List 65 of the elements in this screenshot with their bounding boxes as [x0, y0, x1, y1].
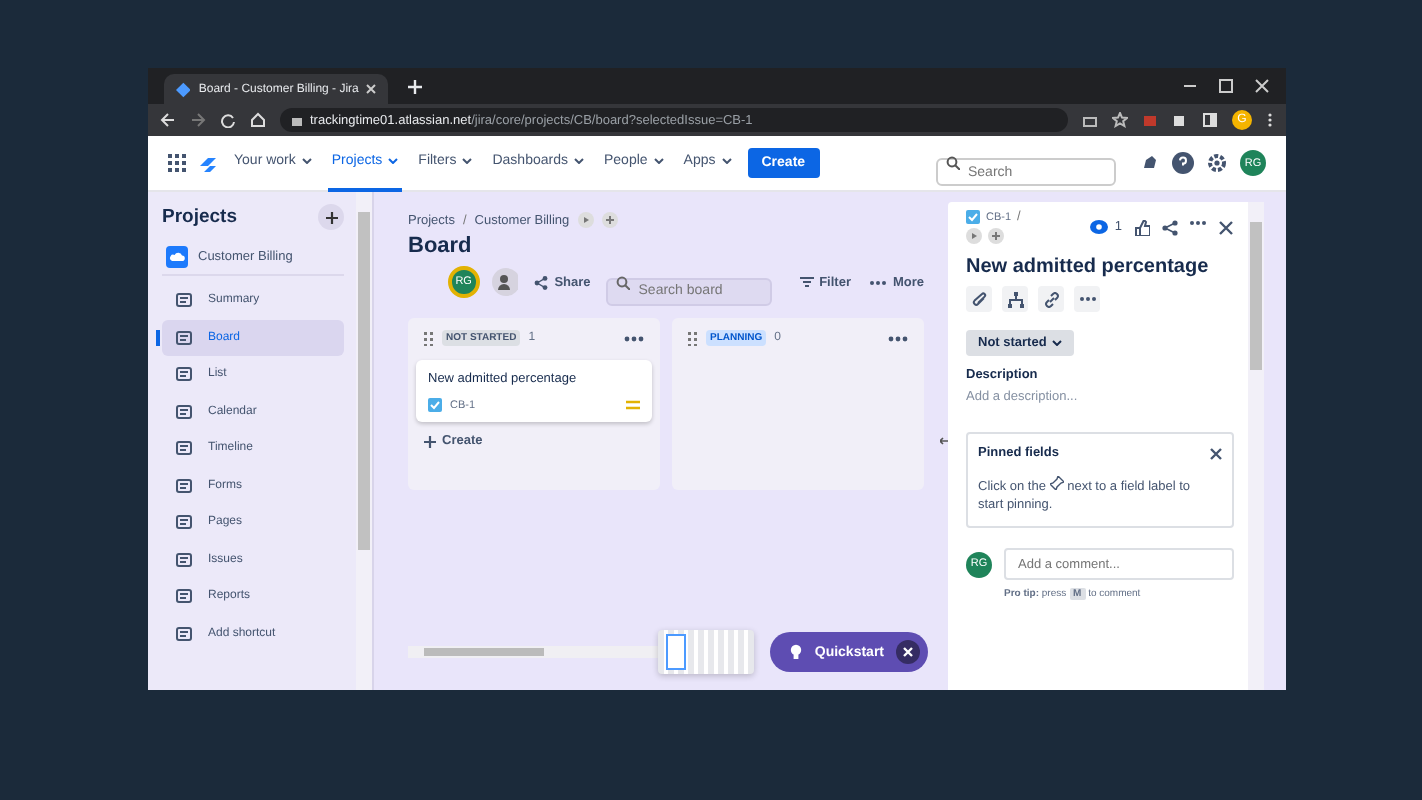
plus-icon	[325, 211, 337, 223]
reload-icon[interactable]	[220, 112, 236, 128]
caret-icon	[1052, 340, 1063, 346]
eye-icon	[1090, 220, 1109, 234]
search-icon	[946, 156, 960, 170]
app-switcher-icon[interactable]	[168, 154, 186, 172]
caret-icon	[388, 158, 399, 164]
add-icon[interactable]	[601, 212, 618, 228]
maximize-icon[interactable]	[1218, 78, 1234, 94]
hierarchy-icon	[1007, 291, 1023, 307]
settings-icon[interactable]	[1206, 152, 1228, 174]
add-person-icon[interactable]	[491, 268, 519, 296]
drag-handle-icon[interactable]	[688, 331, 698, 345]
child-issue-button[interactable]	[1002, 286, 1028, 312]
play-icon[interactable]	[966, 228, 982, 244]
pin-icon	[1049, 476, 1064, 490]
search-icon	[616, 275, 631, 289]
sidebar-icon[interactable]	[1202, 112, 1218, 128]
close-icon[interactable]	[896, 640, 920, 664]
jira-logo-icon	[176, 81, 191, 97]
link-icon	[1043, 291, 1059, 307]
star-icon[interactable]	[1112, 112, 1128, 128]
resize-handle-icon[interactable]	[940, 436, 948, 446]
caret-icon	[462, 158, 473, 164]
page-title: Board	[408, 234, 474, 258]
board-minimap[interactable]	[658, 630, 755, 674]
add-project-button[interactable]	[318, 204, 344, 230]
drag-handle-icon[interactable]	[424, 331, 434, 345]
priority-icon	[626, 400, 640, 410]
forward-icon[interactable]	[190, 112, 206, 128]
more-icon[interactable]	[1190, 220, 1206, 226]
caret-icon	[721, 158, 732, 164]
more-button[interactable]	[1074, 286, 1100, 312]
lightbulb-icon	[790, 644, 803, 660]
cloud-icon	[166, 246, 188, 268]
more-icon[interactable]	[624, 335, 644, 341]
menu-icon[interactable]	[1266, 112, 1274, 128]
caret-icon	[573, 158, 584, 164]
home-icon[interactable]	[250, 112, 266, 128]
more-icon[interactable]	[888, 335, 908, 341]
caret-icon	[653, 158, 664, 164]
help-icon[interactable]	[1172, 152, 1194, 174]
scrollbar[interactable]	[1248, 202, 1264, 690]
caret-icon	[301, 158, 312, 164]
add-icon[interactable]	[988, 228, 1004, 244]
close-icon[interactable]	[1218, 220, 1234, 236]
task-checkbox-icon	[966, 210, 980, 224]
more-icon	[1079, 296, 1095, 302]
back-icon[interactable]	[160, 112, 176, 128]
thumbs-up-icon[interactable]	[1134, 220, 1150, 236]
sidebar-title: Projects	[162, 206, 237, 228]
plus-icon	[424, 435, 436, 447]
issue-title[interactable]: New admitted percentage	[966, 256, 1234, 278]
play-icon[interactable]	[577, 212, 594, 228]
link-button[interactable]	[1038, 286, 1064, 312]
scrollbar[interactable]	[356, 192, 372, 690]
more-icon	[870, 279, 887, 285]
attach-button[interactable]	[966, 286, 992, 312]
close-icon[interactable]	[1210, 447, 1222, 459]
scrollbar[interactable]	[408, 646, 659, 658]
task-checkbox-icon	[428, 398, 442, 412]
paperclip-icon	[971, 291, 987, 307]
filter-icon	[799, 276, 814, 288]
jira-logo-icon[interactable]	[198, 153, 218, 173]
new-tab-icon[interactable]	[408, 79, 422, 93]
